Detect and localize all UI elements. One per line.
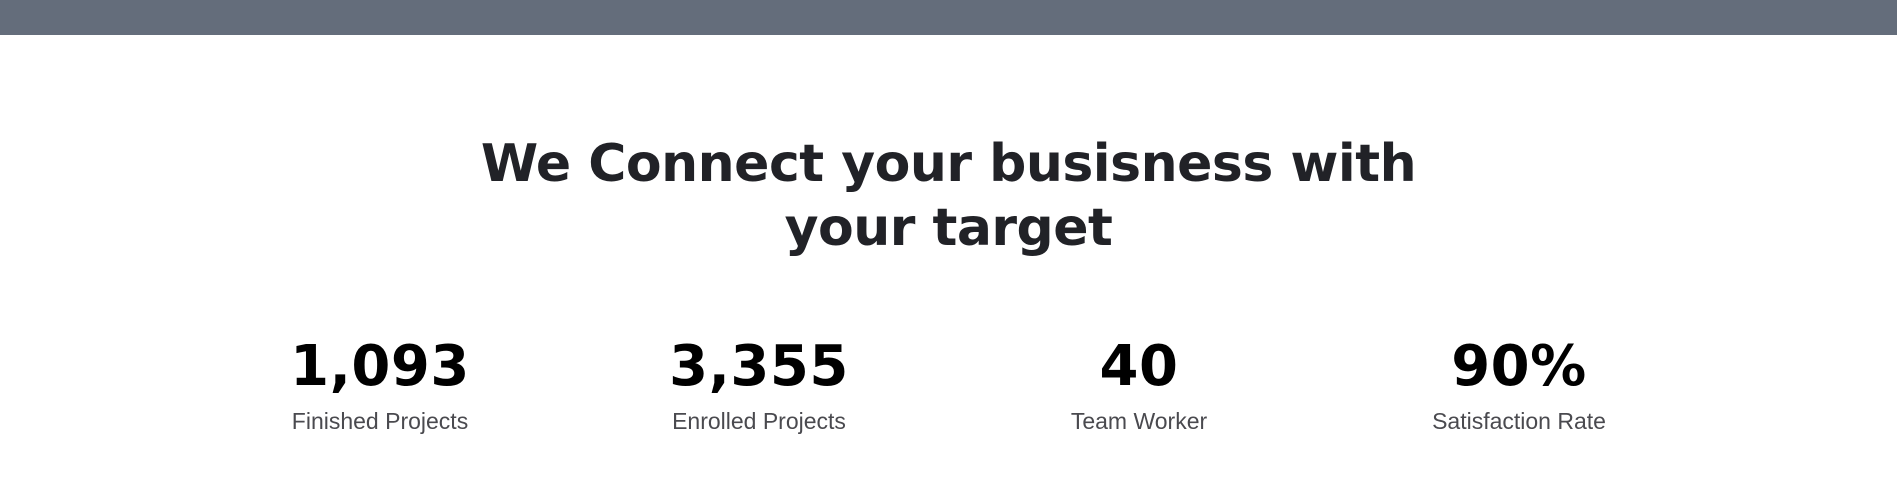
stat-satisfaction-rate: 90% Satisfaction Rate (1369, 332, 1669, 436)
top-bar (0, 0, 1897, 35)
stat-label: Finished Projects (291, 408, 469, 434)
headline-line-2: your target (784, 198, 1113, 258)
stat-value: 1,093 (290, 334, 470, 399)
stat-value: 3,355 (669, 334, 849, 399)
stat-value: 40 (1099, 334, 1179, 399)
section-headline: We Connect your busisness with your targ… (0, 132, 1897, 260)
stat-label: Enrolled Projects (672, 408, 846, 434)
stat-team-worker: 40 Team Worker (989, 332, 1289, 436)
stat-finished-projects: 1,093 Finished Projects (230, 332, 530, 436)
stat-label: Satisfaction Rate (1432, 408, 1606, 434)
headline-line-1: We Connect your busisness with (480, 134, 1417, 194)
stat-enrolled-projects: 3,355 Enrolled Projects (609, 332, 909, 436)
stats-row: 1,093 Finished Projects 3,355 Enrolled P… (0, 332, 1897, 452)
stat-value: 90% (1451, 334, 1587, 399)
stat-label: Team Worker (1070, 408, 1208, 434)
